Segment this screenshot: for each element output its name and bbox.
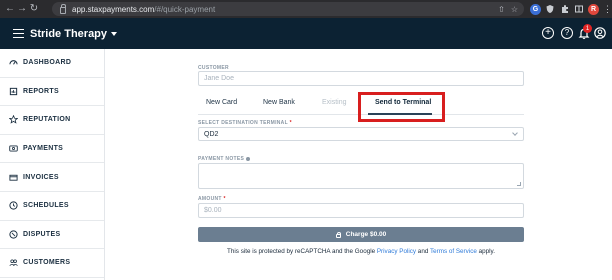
reload-icon[interactable]: ↻	[28, 0, 40, 18]
profile-avatar[interactable]: R	[588, 3, 599, 15]
terminal-select[interactable]: QD2	[198, 127, 524, 141]
info-icon	[246, 156, 251, 161]
hamburger-menu-icon[interactable]	[13, 29, 24, 38]
invoices-icon	[9, 174, 18, 181]
chevron-down-icon[interactable]	[111, 31, 118, 36]
notification-badge: 1	[583, 24, 592, 33]
star-icon	[9, 115, 18, 125]
browser-toolbar: ← → ↻ app.staxpayments.com/#/quick-payme…	[0, 0, 612, 18]
customer-placeholder: Jane Doe	[204, 75, 234, 82]
charge-button-label: Charge $0.00	[345, 231, 387, 238]
bookmark-star-icon[interactable]: ☆	[511, 5, 518, 14]
resize-handle-icon[interactable]	[517, 182, 521, 186]
customers-icon	[9, 259, 18, 267]
tab-existing[interactable]: Existing	[322, 99, 347, 106]
reports-icon	[9, 87, 18, 96]
recaptcha-notice: This site is protected by reCAPTCHA and …	[227, 248, 495, 255]
privacy-policy-link[interactable]: Privacy Policy	[377, 248, 416, 255]
sidebar: DASHBOARD REPORTS REPUTATION PAYMENTS IN…	[0, 49, 105, 280]
lock-icon	[335, 231, 341, 238]
payment-notes-label: PAYMENT NOTES	[198, 156, 251, 162]
sidebar-item-label: DASHBOARD	[23, 59, 72, 67]
share-icon[interactable]: ⇧	[498, 5, 505, 14]
sidebar-panel-icon[interactable]	[574, 3, 584, 15]
sidebar-item-payments[interactable]: PAYMENTS	[0, 135, 104, 164]
charge-button[interactable]: Charge $0.00	[198, 227, 524, 242]
chevron-down-icon	[512, 130, 518, 136]
quick-payment-form: CUSTOMER Jane Doe New Card New Bank Exis…	[106, 49, 612, 280]
user-account-icon[interactable]	[594, 27, 606, 39]
help-icon[interactable]: ?	[561, 27, 573, 39]
terminal-label: SELECT DESTINATION TERMINAL *	[198, 120, 292, 126]
payment-notes-textarea[interactable]	[198, 163, 524, 189]
highlight-annotation-box	[358, 92, 445, 122]
brand-name[interactable]: Stride Therapy	[30, 28, 107, 40]
extension-shield-icon[interactable]	[545, 3, 555, 15]
sidebar-item-label: CUSTOMERS	[23, 259, 71, 267]
payments-icon	[9, 145, 18, 152]
url-path: /#/quick-payment	[154, 4, 216, 14]
sidebar-item-customers[interactable]: CUSTOMERS	[0, 249, 104, 278]
app-header: Stride Therapy + ? 1	[0, 18, 612, 49]
sidebar-item-label: INVOICES	[23, 173, 59, 181]
amount-input[interactable]: $0.00	[198, 203, 524, 218]
disputes-icon	[9, 230, 18, 239]
url-host: app.staxpayments.com	[72, 4, 155, 14]
tab-new-bank[interactable]: New Bank	[263, 99, 295, 106]
sidebar-item-schedules[interactable]: SCHEDULES	[0, 192, 104, 221]
sidebar-item-label: SCHEDULES	[23, 202, 69, 210]
clock-icon	[9, 201, 18, 210]
more-menu-icon[interactable]: ⋮	[603, 3, 612, 15]
sidebar-item-reports[interactable]: REPORTS	[0, 78, 104, 107]
sidebar-item-label: DISPUTES	[23, 230, 61, 238]
sidebar-item-label: REPORTS	[23, 87, 59, 95]
sidebar-item-dashboard[interactable]: DASHBOARD	[0, 49, 104, 78]
extensions-puzzle-icon[interactable]	[560, 3, 570, 15]
amount-label: AMOUNT *	[198, 196, 226, 202]
terms-of-service-link[interactable]: Terms of Service	[430, 248, 477, 255]
sidebar-item-label: REPUTATION	[23, 116, 71, 124]
sidebar-item-label: PAYMENTS	[23, 145, 64, 153]
amount-placeholder: $0.00	[204, 207, 222, 214]
lock-icon	[60, 3, 66, 14]
dashboard-icon	[9, 60, 18, 65]
tab-new-card[interactable]: New Card	[206, 99, 237, 106]
forward-arrow-icon[interactable]: →	[16, 0, 28, 18]
customer-input[interactable]: Jane Doe	[198, 71, 524, 86]
extension-g-icon[interactable]: G	[530, 3, 541, 15]
sidebar-item-invoices[interactable]: INVOICES	[0, 163, 104, 192]
add-icon[interactable]: +	[542, 27, 554, 39]
sidebar-item-reputation[interactable]: REPUTATION	[0, 106, 104, 135]
address-bar[interactable]: app.staxpayments.com/#/quick-payment ⇧ ☆	[52, 2, 524, 16]
terminal-selected-value: QD2	[204, 130, 219, 138]
back-arrow-icon[interactable]: ←	[4, 0, 16, 18]
sidebar-item-disputes[interactable]: DISPUTES	[0, 221, 104, 250]
